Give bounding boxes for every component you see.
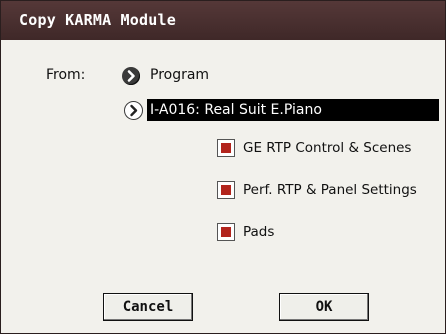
checkbox-ge-rtp-control-scenes[interactable] (217, 139, 235, 157)
program-select-field[interactable]: I-A016: Real Suit E.Piano (147, 99, 439, 121)
program-name: I-A016: Real Suit E.Piano (150, 102, 322, 118)
dialog-title: Copy KARMA Module (19, 11, 176, 29)
source-type-value[interactable]: Program (150, 67, 209, 83)
from-label: From: (46, 67, 86, 83)
label-ge-rtp-control-scenes: GE RTP Control & Scenes (243, 140, 412, 156)
checkbox-pads[interactable] (217, 223, 235, 241)
copy-karma-module-dialog: Copy KARMA Module From: Program I-A016: … (0, 0, 446, 334)
label-pads: Pads (243, 224, 275, 240)
ok-button[interactable]: OK (279, 293, 369, 321)
program-select-arrow-icon[interactable] (124, 101, 143, 120)
checkbox-mark (221, 143, 231, 153)
checkbox-perf-rtp-panel-settings[interactable] (217, 181, 235, 199)
label-perf-rtp-panel-settings: Perf. RTP & Panel Settings (243, 182, 417, 198)
source-select-arrow-icon[interactable] (122, 67, 140, 85)
cancel-button[interactable]: Cancel (103, 293, 193, 321)
dialog-titlebar: Copy KARMA Module (1, 1, 445, 40)
checkbox-mark (221, 185, 231, 195)
checkbox-mark (221, 227, 231, 237)
